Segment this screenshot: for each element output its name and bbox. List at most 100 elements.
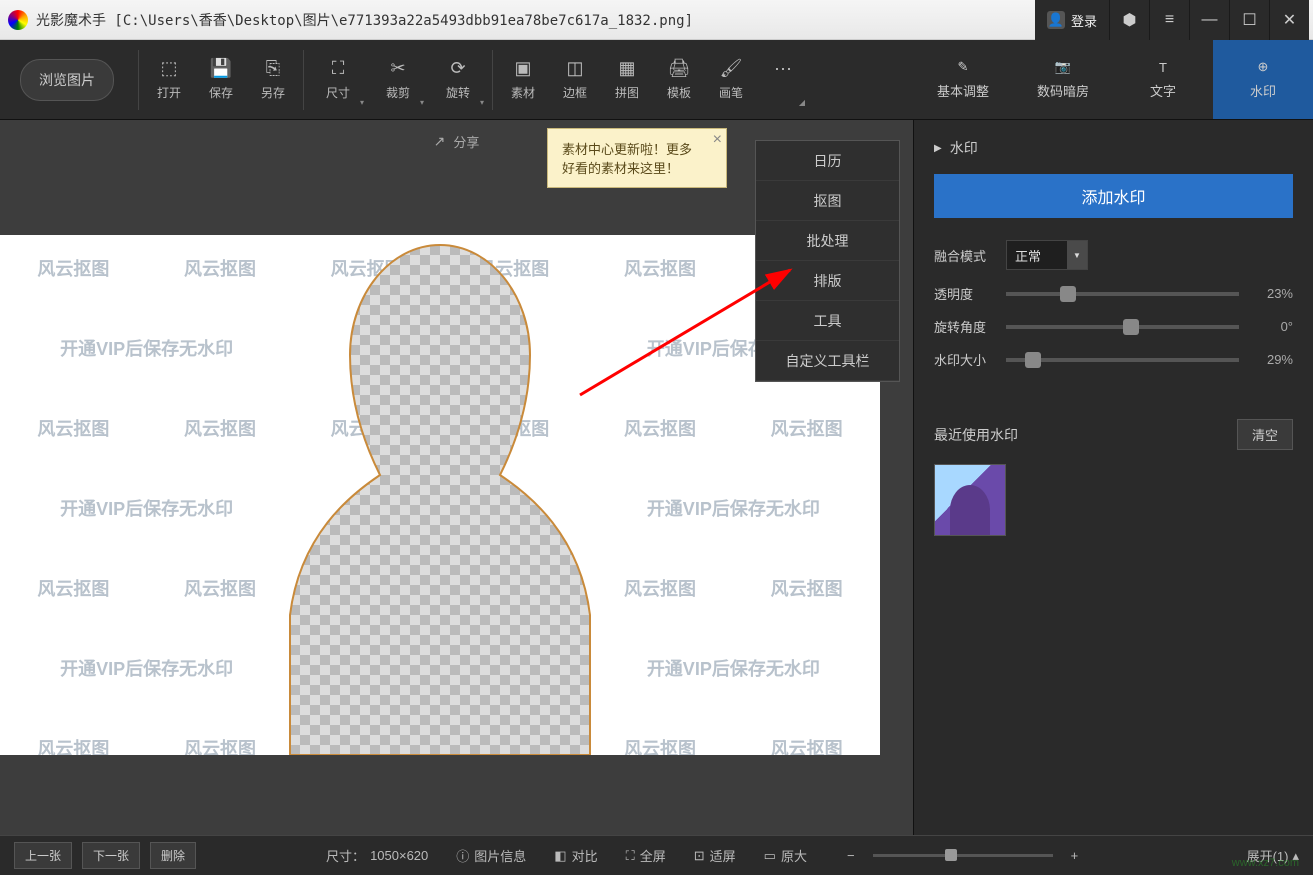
prev-image-button[interactable]: 上一张 — [14, 842, 72, 869]
opacity-label: 透明度 — [934, 284, 992, 303]
blend-label: 融合模式 — [934, 246, 992, 265]
clear-button[interactable]: 清空 — [1237, 419, 1293, 450]
darkroom-tab[interactable]: 📷数码暗房 — [1013, 40, 1113, 119]
fit-button[interactable]: ⊡适屏 — [694, 846, 736, 865]
saveas-label: 另存 — [261, 84, 285, 101]
collage-label: 拼图 — [615, 84, 639, 101]
delete-button[interactable]: 删除 — [150, 842, 196, 869]
more-icon: ⋯ — [773, 60, 793, 80]
template-label: 模板 — [667, 84, 691, 101]
adjust-icon: ✎ — [958, 59, 969, 75]
material-button[interactable]: ▣ 素材 — [497, 40, 549, 119]
settings-button[interactable]: ≡ — [1149, 0, 1189, 40]
basic-adjust-tab[interactable]: ✎ 基本调整 — [913, 40, 1013, 119]
minimize-button[interactable]: — — [1189, 0, 1229, 40]
rotate-button[interactable]: ⟳旋转▾ — [428, 40, 488, 119]
login-button[interactable]: 👤 登录 — [1035, 0, 1109, 40]
material-label: 素材 — [511, 84, 535, 101]
info-icon: ⓘ — [456, 846, 469, 865]
open-icon: ⬚ — [159, 58, 179, 78]
divider — [138, 50, 139, 110]
template-button[interactable]: 🖨 模板 — [653, 40, 705, 119]
chevron-down-icon: ▼ — [1067, 241, 1087, 269]
watermark-label: 水印 — [1250, 81, 1276, 100]
brush-button[interactable]: 🖌画笔 — [705, 40, 757, 119]
dropdown-item-cutout[interactable]: 抠图 — [756, 181, 899, 221]
open-button[interactable]: ⬚ 打开 — [143, 40, 195, 119]
save-button[interactable]: 💾 保存 — [195, 40, 247, 119]
zoom-out-button[interactable]: − — [847, 848, 855, 863]
canvas-area: ↗ 分享 × 素材中心更新啦！更多 好看的素材来这里！ 日历 抠图 批处理 排版… — [0, 120, 913, 835]
chevron-down-icon: ◢ — [799, 98, 805, 107]
border-button[interactable]: ◫ 边框 — [549, 40, 601, 119]
watermark-icon: ⊕ — [1258, 59, 1269, 75]
cutout-silhouette — [240, 235, 640, 755]
window-title: 光影魔术手 [C:\Users\香香\Desktop\图片\e771393a22… — [36, 10, 693, 30]
tooltip-close-button[interactable]: × — [713, 131, 722, 149]
app-logo-icon — [8, 10, 28, 30]
blend-mode-select[interactable]: 正常▼ — [1006, 240, 1088, 270]
rotate-icon: ⟳ — [448, 58, 468, 78]
dropdown-item-layout[interactable]: 排版 — [756, 261, 899, 301]
watermark-tab[interactable]: ⊕ 水印 — [1213, 40, 1313, 119]
compare-button[interactable]: ◧对比 — [554, 846, 597, 865]
material-icon: ▣ — [513, 58, 533, 78]
fullscreen-icon: ⛶ — [626, 848, 635, 864]
opacity-value: 23% — [1253, 286, 1293, 301]
border-label: 边框 — [563, 84, 587, 101]
dropdown-item-tools[interactable]: 工具 — [756, 301, 899, 341]
rotate-slider[interactable] — [1006, 325, 1239, 329]
title-bar: 光影魔术手 [C:\Users\香香\Desktop\图片\e771393a22… — [0, 0, 1313, 40]
template-icon: 🖨 — [669, 58, 689, 78]
panel-title: 水印 — [950, 138, 978, 158]
close-button[interactable]: ✕ — [1269, 0, 1309, 40]
divider — [492, 50, 493, 110]
dropdown-item-batch[interactable]: 批处理 — [756, 221, 899, 261]
compare-icon: ◧ — [554, 848, 566, 864]
more-button[interactable]: ⋯◢ — [757, 40, 809, 119]
dropdown-item-calendar[interactable]: 日历 — [756, 141, 899, 181]
text-tab[interactable]: T文字 — [1113, 40, 1213, 119]
size-slider[interactable] — [1006, 358, 1239, 362]
opacity-slider[interactable] — [1006, 292, 1239, 296]
login-label: 登录 — [1071, 11, 1097, 30]
add-watermark-button[interactable]: 添加水印 — [934, 174, 1293, 218]
dropdown-item-customize[interactable]: 自定义工具栏 — [756, 341, 899, 381]
chevron-down-icon: ▾ — [420, 98, 424, 107]
maximize-button[interactable]: ☐ — [1229, 0, 1269, 40]
size-button[interactable]: ⛶尺寸▾ — [308, 40, 368, 119]
recent-watermark-thumbnail[interactable] — [934, 464, 1006, 536]
open-label: 打开 — [157, 84, 181, 101]
tooltip-text: 好看的素材来这里！ — [562, 158, 712, 177]
share-button[interactable]: 分享 — [453, 132, 479, 151]
size-value: 29% — [1253, 352, 1293, 367]
recent-label: 最近使用水印 — [934, 425, 1018, 445]
original-size-button[interactable]: ▭原大 — [764, 846, 807, 865]
border-icon: ◫ — [565, 58, 585, 78]
save-label: 保存 — [209, 84, 233, 101]
crop-label: 裁剪 — [386, 84, 410, 101]
next-image-button[interactable]: 下一张 — [82, 842, 140, 869]
avatar-icon: 👤 — [1047, 11, 1065, 29]
main-toolbar: 浏览图片 ⬚打开 💾保存 ⎘另存 ⛶尺寸▾ ✂裁剪▾ ⟳旋转▾ ▣素材 ◫边框 … — [0, 40, 1313, 120]
fullscreen-button[interactable]: ⛶全屏 — [626, 846, 666, 865]
saveas-button[interactable]: ⎘ 另存 — [247, 40, 299, 119]
collage-button[interactable]: ▦ 拼图 — [601, 40, 653, 119]
crop-button[interactable]: ✂ 裁剪 ▾ — [368, 40, 428, 119]
crop-icon: ✂ — [388, 58, 408, 78]
save-icon: 💾 — [211, 58, 231, 78]
zoom-in-button[interactable]: + — [1071, 848, 1079, 863]
pin-button[interactable]: ⬢ — [1109, 0, 1149, 40]
zoom-slider[interactable] — [873, 854, 1053, 857]
browse-images-button[interactable]: 浏览图片 — [20, 59, 114, 101]
basic-label: 基本调整 — [937, 81, 989, 100]
saveas-icon: ⎘ — [263, 58, 283, 78]
text-icon: T — [1159, 60, 1167, 75]
dimensions-display: 尺寸：1050×620 — [326, 846, 428, 865]
image-viewport[interactable]: 风云抠图风云抠图风云抠图风云抠图风云抠图风云抠图 开通VIP后保存无水印开通VI… — [0, 235, 880, 755]
image-info-button[interactable]: ⓘ图片信息 — [456, 846, 526, 865]
chevron-right-icon: ▶ — [934, 143, 942, 154]
collage-icon: ▦ — [617, 58, 637, 78]
share-icon: ↗ — [434, 133, 446, 150]
original-icon: ▭ — [764, 848, 776, 864]
